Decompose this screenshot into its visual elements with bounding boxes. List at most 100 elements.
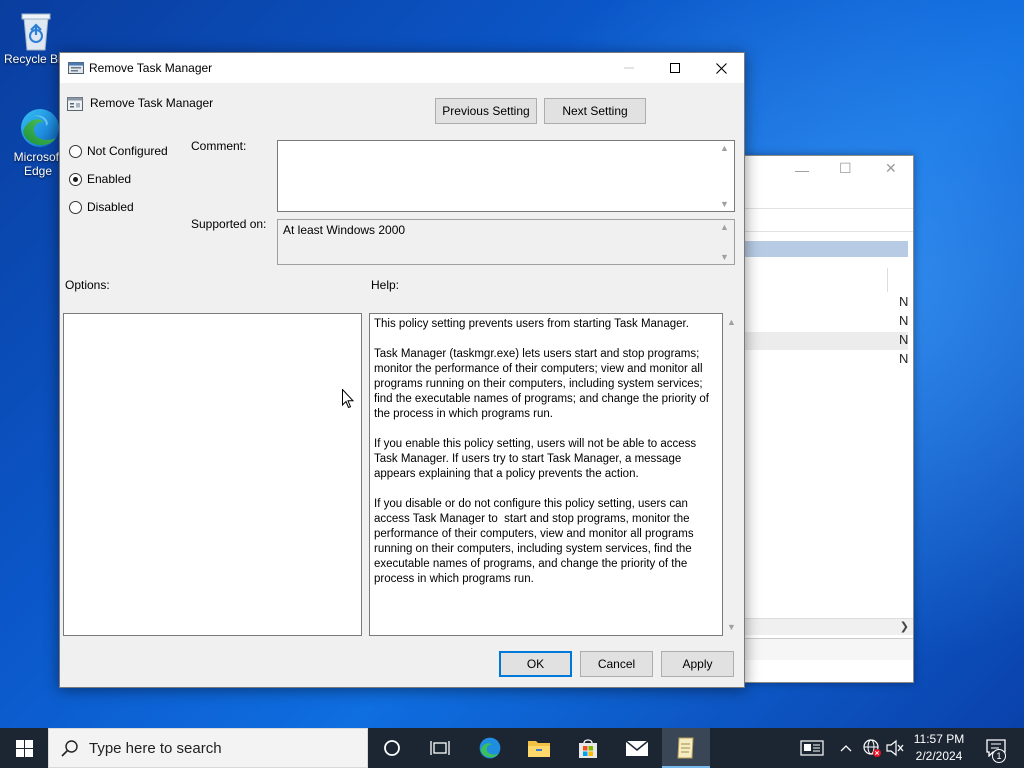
start-button[interactable] (0, 728, 48, 768)
volume-button[interactable] (884, 728, 906, 768)
help-paragraph: This policy setting prevents users from … (374, 318, 689, 330)
network-button[interactable] (860, 728, 884, 768)
action-center-button[interactable]: 1 (978, 728, 1014, 768)
scroll-up-icon[interactable]: ▲ (720, 143, 729, 153)
taskbar-notepad[interactable] (662, 728, 710, 768)
edge-icon (18, 106, 59, 147)
tray-news-button[interactable] (796, 728, 828, 768)
background-window-titlebar[interactable]: — ☐ ✕ (745, 156, 913, 186)
minimize-button[interactable] (606, 53, 652, 83)
desktop-icon-label: Microsoft Edge (13, 150, 63, 178)
radio-circle-checked[interactable] (69, 172, 82, 186)
taskbar-search-box[interactable]: Type here to search (48, 728, 368, 768)
list-item[interactable]: N (899, 294, 908, 309)
horizontal-scrollbar[interactable]: ❯ (745, 618, 913, 635)
search-icon (61, 740, 78, 757)
mouse-pointer-icon (342, 388, 355, 412)
desktop-icon-label: Recycle Bin (4, 52, 60, 66)
close-icon[interactable]: ✕ (885, 160, 897, 177)
help-label: Help: (371, 278, 400, 292)
cancel-button[interactable]: Cancel (580, 651, 653, 677)
minimize-icon[interactable]: — (795, 162, 809, 178)
notification-badge: 1 (992, 749, 1006, 763)
task-view-icon (430, 741, 450, 755)
recycle-bin-icon (16, 8, 56, 51)
radio-label: Not Configured (87, 144, 168, 158)
background-window-selected-row[interactable] (745, 241, 908, 257)
edge-icon (479, 737, 501, 759)
comment-textbox[interactable]: ▲ ▼ (277, 140, 735, 212)
supported-on-scrollbar[interactable]: ▲ ▼ (717, 220, 734, 264)
list-item[interactable]: N (899, 313, 908, 328)
minimize-icon (624, 67, 634, 69)
scroll-up-icon[interactable]: ▲ (727, 317, 736, 327)
show-hidden-icons-button[interactable] (836, 728, 856, 768)
help-paragraph: If you enable this policy setting, users… (374, 438, 700, 480)
setting-name: Remove Task Manager (90, 96, 214, 110)
volume-muted-icon (886, 739, 904, 757)
close-icon (715, 62, 727, 74)
task-view-button[interactable] (416, 728, 464, 768)
list-item[interactable]: N (899, 332, 908, 347)
close-button[interactable] (698, 53, 744, 83)
background-window-toolbar (745, 208, 913, 232)
taskbar: Type here to search 11:57 PM 2/2/2024 1 (0, 728, 1024, 768)
radio-not-configured[interactable]: Not Configured (69, 144, 168, 158)
network-globe-icon (863, 739, 881, 757)
comment-label: Comment: (191, 139, 247, 153)
scroll-down-icon[interactable]: ▼ (727, 622, 736, 632)
file-explorer-icon (528, 741, 550, 757)
notepad-icon (677, 737, 694, 759)
taskbar-file-explorer[interactable] (515, 728, 563, 768)
clock-time: 11:57 PM (913, 732, 965, 746)
radio-disabled[interactable]: Disabled (69, 200, 134, 214)
maximize-button[interactable] (652, 53, 698, 83)
help-paragraph: Task Manager (taskmgr.exe) lets users st… (374, 348, 713, 420)
supported-on-value: At least Windows 2000 (283, 223, 406, 237)
news-icon (800, 740, 824, 756)
mail-icon (625, 740, 649, 756)
radio-label: Disabled (87, 200, 134, 214)
help-scrollbar[interactable]: ▲ ▼ (723, 313, 740, 636)
supported-on-label: Supported on: (191, 217, 267, 231)
radio-label: Enabled (87, 172, 132, 186)
cortana-button[interactable] (368, 728, 416, 768)
radio-enabled[interactable]: Enabled (69, 172, 131, 186)
background-window-row-highlight (745, 332, 908, 350)
comment-scrollbar[interactable]: ▲ ▼ (717, 141, 734, 211)
help-pane[interactable]: This policy setting prevents users from … (369, 313, 723, 636)
supported-on-textbox: At least Windows 2000 ▲ ▼ (277, 219, 735, 265)
taskbar-mail[interactable] (613, 728, 661, 768)
policy-settings-icon (68, 61, 84, 75)
taskbar-clock[interactable]: 11:57 PM 2/2/2024 (908, 731, 970, 765)
scroll-up-icon[interactable]: ▲ (720, 222, 729, 232)
policy-settings-icon (67, 96, 83, 112)
column-divider (887, 268, 888, 292)
maximize-icon[interactable]: ☐ (839, 160, 852, 177)
status-bar (745, 638, 913, 660)
scroll-down-icon[interactable]: ▼ (720, 199, 729, 209)
windows-logo-icon (15, 739, 33, 757)
previous-setting-button[interactable]: Previous Setting (435, 98, 537, 124)
apply-button[interactable]: Apply (661, 651, 734, 677)
store-icon (579, 739, 597, 758)
options-pane[interactable] (63, 313, 362, 636)
dialog-title: Remove Task Manager (89, 61, 213, 75)
cortana-icon (384, 740, 400, 756)
list-item[interactable]: N (899, 351, 908, 366)
radio-circle[interactable] (69, 200, 82, 214)
next-setting-button[interactable]: Next Setting (544, 98, 646, 124)
ok-button[interactable]: OK (499, 651, 572, 677)
taskbar-edge[interactable] (466, 728, 514, 768)
dialog-titlebar[interactable]: Remove Task Manager (60, 53, 744, 83)
background-window[interactable]: — ☐ ✕ N N N N ❯ (744, 155, 914, 683)
chevron-up-icon (840, 745, 852, 752)
chevron-right-icon[interactable]: ❯ (900, 620, 909, 633)
help-paragraph: If you disable or do not configure this … (374, 498, 697, 585)
taskbar-store[interactable] (564, 728, 612, 768)
options-label: Options: (65, 278, 110, 292)
radio-circle[interactable] (69, 144, 82, 158)
clock-date: 2/2/2024 (915, 749, 963, 763)
scroll-down-icon[interactable]: ▼ (720, 252, 729, 262)
maximize-icon (670, 63, 680, 73)
